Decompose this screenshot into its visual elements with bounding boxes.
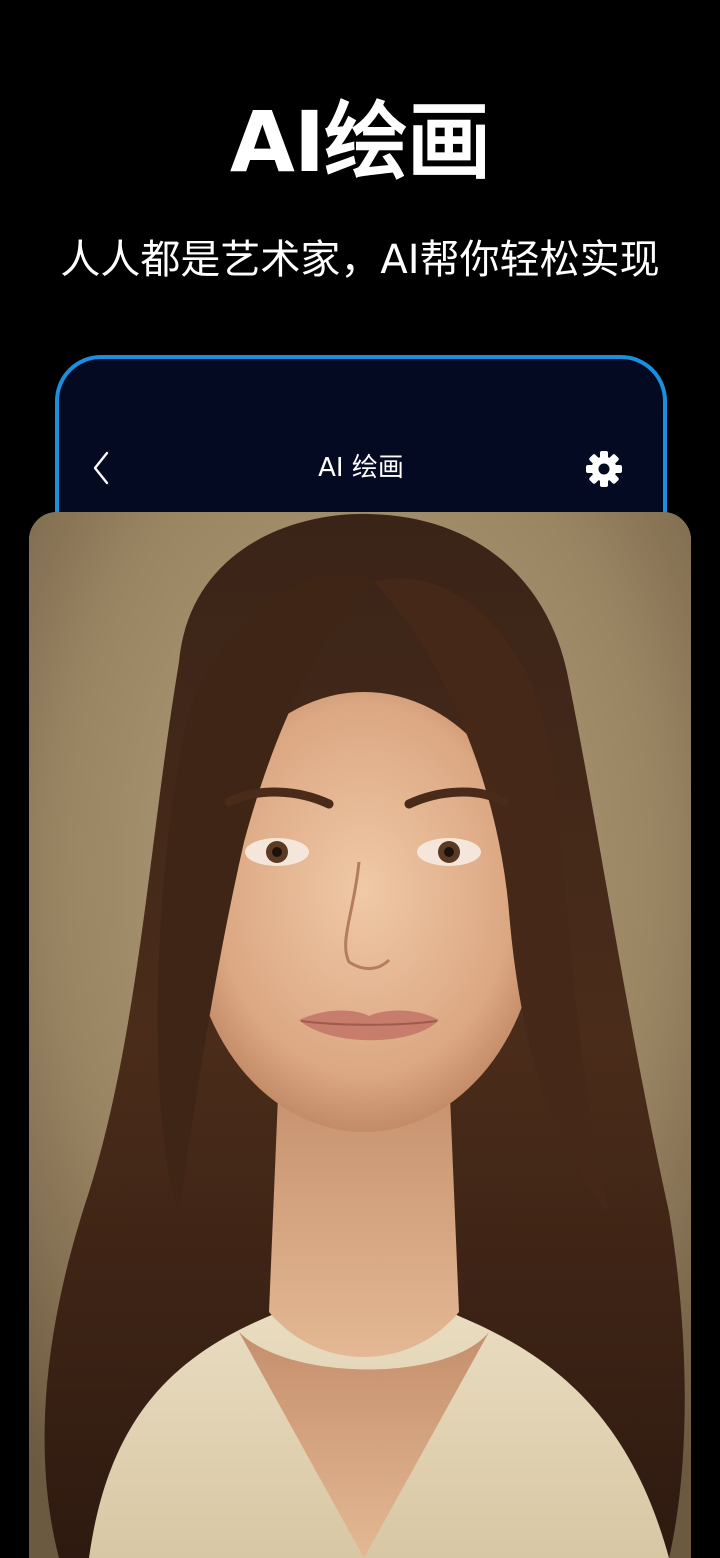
app-bar: AI 绘画 bbox=[59, 435, 663, 501]
app-title: AI 绘画 bbox=[318, 453, 404, 483]
hero-title: AI绘画 bbox=[229, 93, 491, 191]
settings-button[interactable] bbox=[583, 448, 625, 490]
gear-icon bbox=[586, 451, 622, 487]
hero-subtitle: 人人都是艺术家，AI帮你轻松实现 bbox=[60, 237, 660, 283]
portrait-image bbox=[29, 512, 691, 1558]
